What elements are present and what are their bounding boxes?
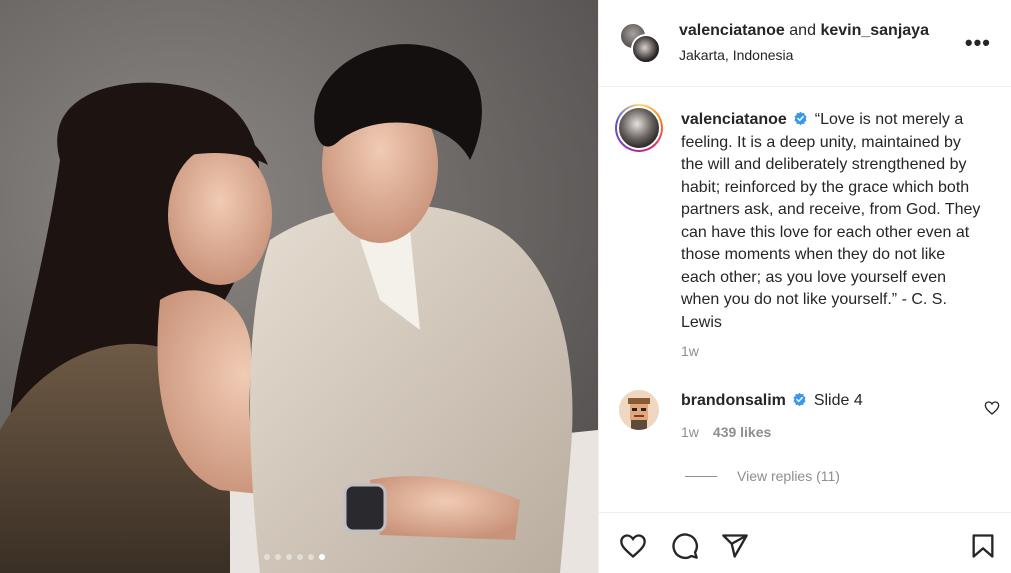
more-icon[interactable]: ••• [965,30,991,56]
save-button[interactable] [969,532,997,560]
collab-avatars[interactable] [619,22,661,64]
comment-timestamp[interactable]: 1w [681,424,699,440]
comment-body: brandonsalim Slide 4 [681,392,863,410]
avatar[interactable] [631,34,661,64]
post-location[interactable]: Jakarta, Indonesia [679,47,793,63]
carousel-dot-active [319,554,325,560]
bookmark-icon [972,534,994,558]
author-username-2[interactable]: kevin_sanjaya [820,22,929,39]
caption-body: valenciatanoe “Love is not merely a feel… [681,109,981,334]
like-button[interactable] [619,532,647,560]
pixel-avatar-icon [619,390,659,430]
carousel-dot [275,554,281,560]
heart-icon [620,534,646,559]
caption-timestamp[interactable]: 1w [681,343,699,359]
caption-username[interactable]: valenciatanoe [681,111,787,128]
authors-joiner: and [789,22,816,39]
carousel-dot [264,554,270,560]
share-button[interactable] [721,532,749,560]
view-replies-label: View replies (11) [737,468,840,484]
comment-text: Slide 4 [813,392,863,409]
post-side-panel: valenciatanoe and kevin_sanjaya Jakarta,… [598,0,1011,573]
comment-button[interactable] [671,532,699,560]
comment-username[interactable]: brandonsalim [681,392,786,409]
comment-likes[interactable]: 439 likes [713,424,771,440]
carousel-dot [297,554,303,560]
caption-text: “Love is not merely a feeling. It is a d… [681,111,981,331]
carousel-dot [286,554,292,560]
comment-avatar[interactable] [619,390,659,430]
replies-divider [685,475,717,477]
comment-icon [672,533,698,559]
post-actions-bar [599,512,1011,573]
verified-badge-icon [793,392,806,407]
post-photo[interactable] [0,0,598,573]
verified-badge-icon [794,111,807,126]
comment-meta: 1w 439 likes [681,424,771,440]
avatar [617,106,661,150]
post-authors: valenciatanoe and kevin_sanjaya [679,22,929,40]
comment-heart-icon[interactable] [984,400,1000,416]
photo-illustration [0,44,598,573]
carousel-indicator [264,554,325,560]
share-icon [722,534,748,558]
carousel-dot [308,554,314,560]
caption-avatar[interactable] [615,104,663,152]
view-replies-button[interactable]: View replies (11) [685,468,840,484]
post-header: valenciatanoe and kevin_sanjaya Jakarta,… [599,0,1011,87]
author-username-1[interactable]: valenciatanoe [679,22,785,39]
